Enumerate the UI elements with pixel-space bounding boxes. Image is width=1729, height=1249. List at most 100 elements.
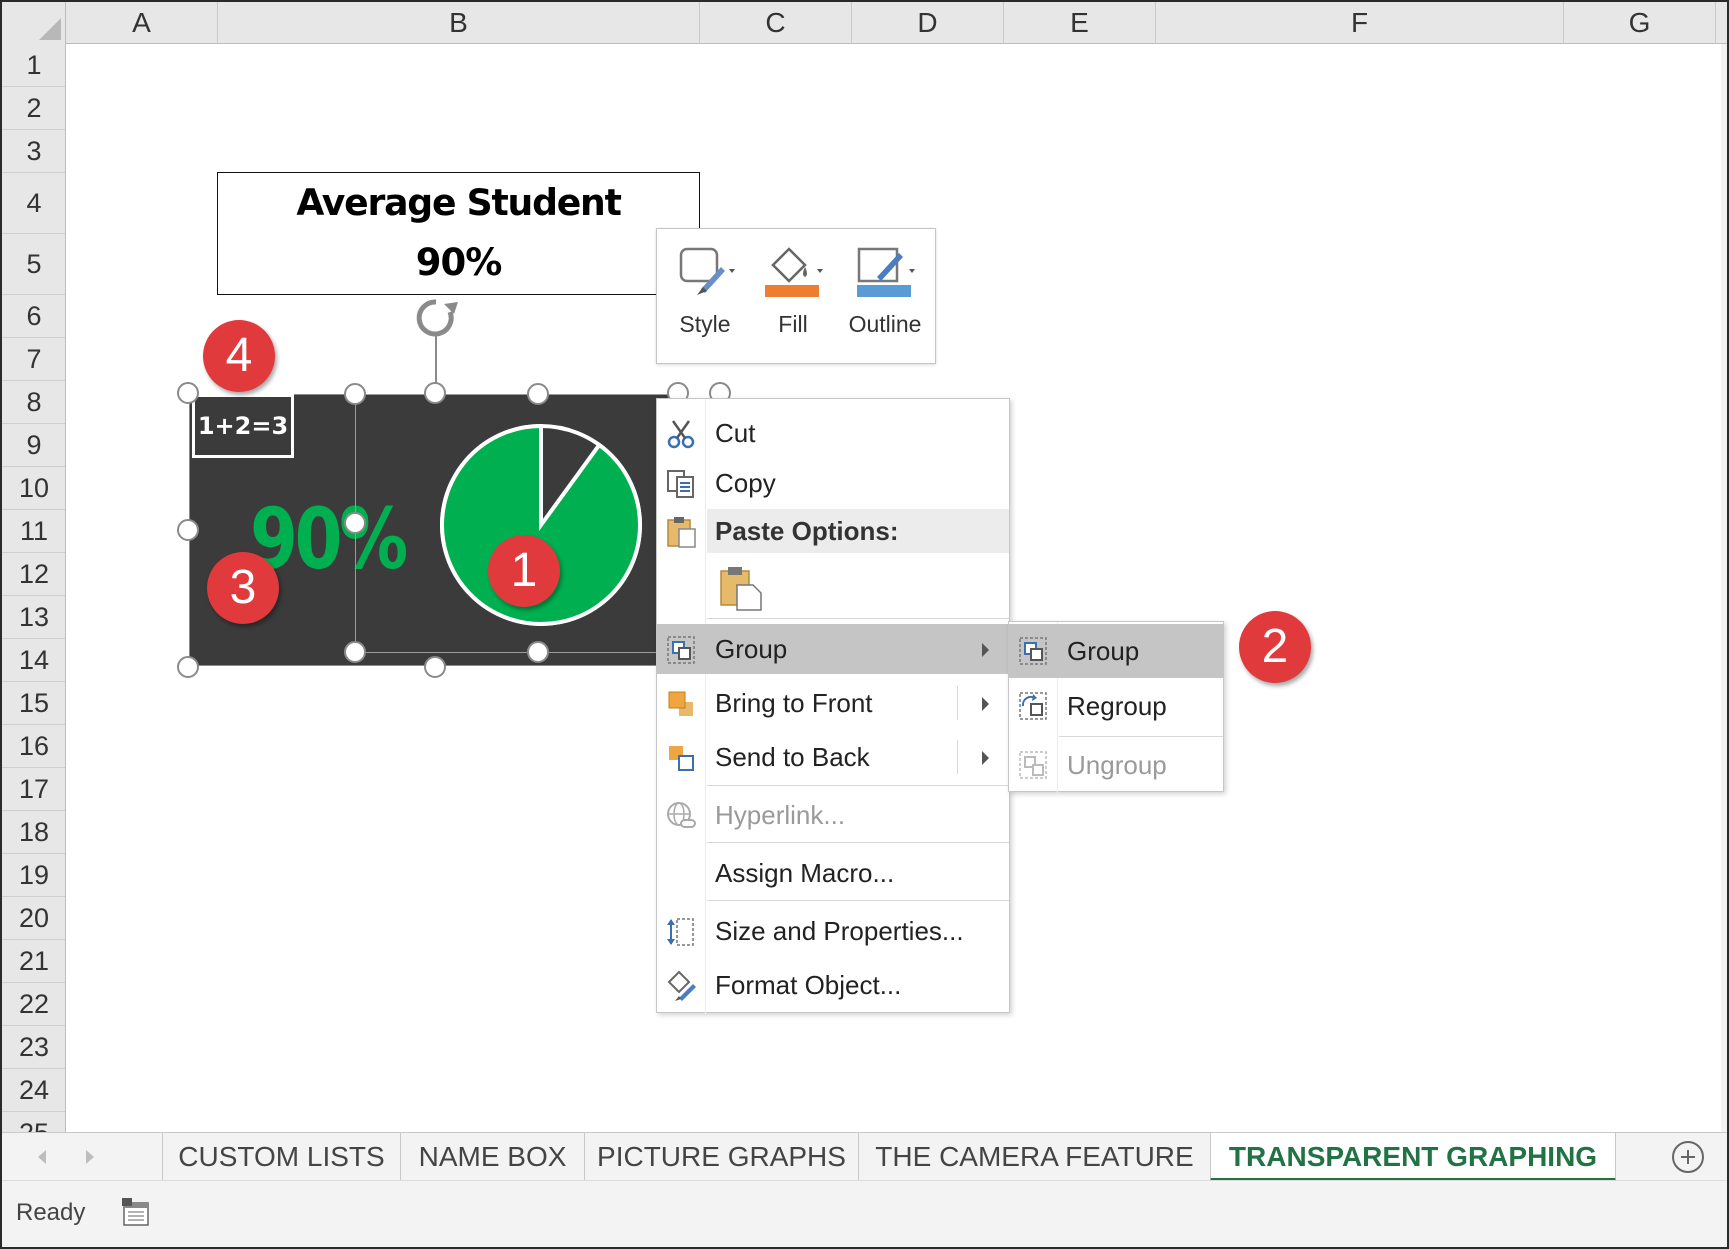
submenu-ungroup-label: Ungroup xyxy=(1067,750,1167,780)
submenu-item-ungroup[interactable]: Ungroup xyxy=(1009,738,1223,792)
row-header[interactable]: 15 xyxy=(2,682,65,725)
menu-item-size-properties[interactable]: Size and Properties... xyxy=(657,906,1009,956)
row-header[interactable]: 23 xyxy=(2,1026,65,1069)
macro-recording-icon[interactable] xyxy=(120,1197,152,1229)
tab-name-box[interactable]: NAME BOX xyxy=(400,1133,584,1181)
row-header[interactable]: 2 xyxy=(2,87,65,130)
column-header-a[interactable]: A xyxy=(66,2,218,44)
step-badge-2: 2 xyxy=(1239,611,1311,683)
fill-button[interactable]: Fill xyxy=(753,229,833,365)
column-header-g[interactable]: G xyxy=(1564,2,1716,44)
column-header-f[interactable]: F xyxy=(1156,2,1564,44)
paste-button-icon[interactable] xyxy=(719,565,763,611)
row-header[interactable]: 13 xyxy=(2,596,65,639)
add-sheet-icon[interactable] xyxy=(1672,1141,1704,1173)
size-properties-icon xyxy=(667,918,694,946)
paste-options-heading: Paste Options: xyxy=(707,509,1009,553)
group-icon xyxy=(1019,637,1047,665)
format-object-icon xyxy=(667,970,696,1001)
chalkboard-picture[interactable]: 1+2=3 xyxy=(192,394,294,458)
scroll-tabs-left-icon[interactable] xyxy=(38,1150,46,1164)
paste-options-icon xyxy=(667,517,696,548)
column-header-e[interactable]: E xyxy=(1004,2,1156,44)
row-header[interactable]: 18 xyxy=(2,811,65,854)
menu-item-send-to-back[interactable]: Send to Back xyxy=(657,732,1009,782)
row-header[interactable]: 11 xyxy=(2,510,65,553)
resize-handle[interactable] xyxy=(177,656,199,678)
vertical-scrollbar[interactable] xyxy=(1721,44,1727,1132)
menu-item-cut[interactable]: Cut xyxy=(657,408,1009,458)
step-badge-1: 1 xyxy=(488,535,560,607)
submenu-arrow-icon xyxy=(982,751,989,765)
row-header[interactable]: 16 xyxy=(2,725,65,768)
group-label: Group xyxy=(715,634,788,664)
style-button[interactable]: Style xyxy=(657,229,753,365)
row-header[interactable]: 19 xyxy=(2,854,65,897)
context-menu: Cut Copy Paste Options: Group Bring to F… xyxy=(656,398,1010,1014)
resize-handle[interactable] xyxy=(344,641,366,663)
column-header-d[interactable]: D xyxy=(852,2,1004,44)
tab-custom-lists[interactable]: CUSTOM LISTS xyxy=(162,1133,400,1181)
row-header[interactable]: 21 xyxy=(2,940,65,983)
menu-item-format-object[interactable]: Format Object... xyxy=(657,960,1009,1010)
row-header[interactable]: 7 xyxy=(2,338,65,381)
menu-item-hyperlink[interactable]: Hyperlink... xyxy=(657,790,1009,840)
row-header[interactable]: 1 xyxy=(2,44,65,87)
row-header[interactable]: 22 xyxy=(2,983,65,1026)
group-submenu: Group Regroup Ungroup xyxy=(1008,621,1224,793)
status-bar: Ready xyxy=(2,1180,1727,1247)
menu-item-bring-to-front[interactable]: Bring to Front xyxy=(657,678,1009,728)
resize-handle[interactable] xyxy=(527,641,549,663)
submenu-item-group[interactable]: Group xyxy=(1009,624,1223,678)
ungroup-icon xyxy=(1019,751,1047,779)
resize-handle[interactable] xyxy=(424,656,446,678)
style-label: Style xyxy=(679,311,731,337)
row-header[interactable]: 5 xyxy=(2,234,65,295)
bring-to-front-icon xyxy=(668,691,693,716)
row-header[interactable]: 14 xyxy=(2,639,65,682)
copy-icon xyxy=(667,470,694,498)
menu-item-group[interactable]: Group xyxy=(657,624,1009,674)
shape-style-icon xyxy=(679,247,735,295)
outline-color-swatch xyxy=(857,285,911,297)
resize-handle[interactable] xyxy=(344,383,366,405)
resize-handle[interactable] xyxy=(424,382,446,404)
resize-handle[interactable] xyxy=(344,512,366,534)
title-cell[interactable]: Average Student Percentage xyxy=(217,172,700,284)
status-ready-text: Ready xyxy=(16,1199,86,1226)
value-cell[interactable]: 90% xyxy=(217,233,700,295)
row-header[interactable]: 3 xyxy=(2,130,65,173)
outline-button[interactable]: Outline xyxy=(833,229,937,365)
assign-macro-label: Assign Macro... xyxy=(715,858,895,888)
scroll-tabs-right-icon[interactable] xyxy=(86,1150,94,1164)
select-all-corner[interactable] xyxy=(2,2,66,44)
tab-picture-graphs[interactable]: PICTURE GRAPHS xyxy=(584,1133,858,1181)
tab-camera-feature[interactable]: THE CAMERA FEATURE xyxy=(858,1133,1210,1181)
resize-handle[interactable] xyxy=(177,382,199,404)
row-header[interactable]: 6 xyxy=(2,295,65,338)
row-header[interactable]: 12 xyxy=(2,553,65,596)
row-header[interactable]: 4 xyxy=(2,173,65,234)
row-header[interactable]: 10 xyxy=(2,467,65,510)
rotate-icon[interactable] xyxy=(410,296,462,340)
resize-handle[interactable] xyxy=(177,519,199,541)
size-properties-label: Size and Properties... xyxy=(715,916,964,946)
tab-transparent-graphing[interactable]: TRANSPARENT GRAPHING xyxy=(1210,1133,1616,1181)
menu-item-assign-macro[interactable]: Assign Macro... xyxy=(657,848,1009,898)
hyperlink-icon xyxy=(667,802,696,828)
row-header[interactable]: 17 xyxy=(2,768,65,811)
column-header-b[interactable]: B xyxy=(218,2,700,44)
row-header[interactable]: 24 xyxy=(2,1069,65,1112)
submenu-item-regroup[interactable]: Regroup xyxy=(1009,679,1223,733)
row-header[interactable]: 9 xyxy=(2,424,65,467)
submenu-arrow-icon xyxy=(982,697,989,711)
column-header-c[interactable]: C xyxy=(700,2,852,44)
mini-toolbar: Style Fill Outline xyxy=(656,228,936,364)
row-header[interactable]: 25 xyxy=(2,1112,65,1132)
row-header[interactable]: 8 xyxy=(2,381,65,424)
menu-item-copy[interactable]: Copy xyxy=(657,458,1009,508)
row-header[interactable]: 20 xyxy=(2,897,65,940)
cut-label: Cut xyxy=(715,418,756,448)
row-header-bar: 1 2 3 4 5 6 7 8 9 10 11 12 13 14 15 16 1… xyxy=(2,44,66,1132)
resize-handle[interactable] xyxy=(527,383,549,405)
